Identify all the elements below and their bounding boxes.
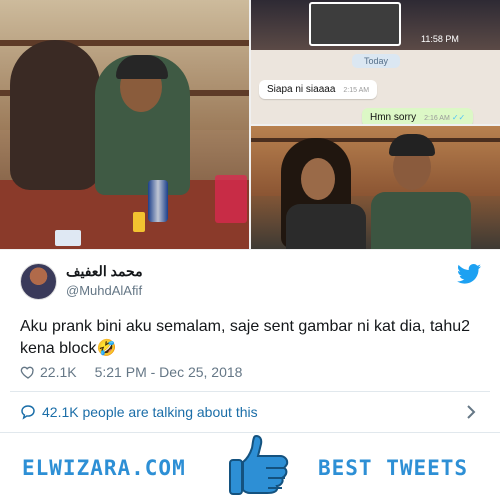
railing	[251, 138, 500, 142]
cap	[116, 55, 168, 79]
photo-collage: 11:58 PM Today Siapa ni siaaaa 2:15 AM Hm…	[0, 0, 500, 250]
outgoing-message-time: 2:16 AM	[424, 115, 450, 122]
avatar[interactable]	[20, 263, 57, 300]
conversation-count-text[interactable]: 42.1K people are talking about this	[42, 404, 258, 420]
chat-status-time: 11:58 PM	[421, 34, 459, 44]
person-long-hair	[10, 40, 100, 190]
twitter-bird-icon[interactable]	[456, 264, 482, 284]
cap	[389, 134, 435, 156]
site-name[interactable]: ELWIZARA.COM	[22, 456, 186, 480]
person-face	[301, 158, 335, 200]
speech-bubble-icon	[21, 405, 35, 420]
photo-chat-screenshot[interactable]: 11:58 PM Today Siapa ni siaaaa 2:15 AM Hm…	[251, 0, 500, 124]
conversation-link[interactable]: 42.1K people are talking about this	[0, 394, 500, 430]
outgoing-message-text: Hmn sorry	[370, 112, 417, 123]
drink-can	[148, 180, 168, 222]
tweet-timestamp[interactable]: 5:21 PM - Dec 25, 2018	[95, 364, 243, 380]
chat-day-chip: Today	[352, 54, 401, 68]
chevron-right-icon[interactable]	[466, 404, 476, 420]
read-ticks-icon: ✓✓	[451, 113, 466, 122]
incoming-message-time: 2:15 AM	[343, 87, 370, 94]
tweet-meta: 22.1K 5:21 PM - Dec 25, 2018	[20, 362, 242, 382]
outgoing-message: Hmn sorry 2:16 AM ✓✓	[362, 108, 474, 124]
user-handle[interactable]: @MuhdAlAfif	[66, 283, 142, 298]
person-body	[286, 204, 366, 249]
incoming-message: Siapa ni siaaaa 2:15 AM	[259, 80, 378, 99]
tweet-card: محمد العفيف @MuhdAlAfif Aku prank bini a…	[0, 250, 500, 430]
heart-icon[interactable]	[20, 364, 36, 380]
incoming-message-text: Siapa ni siaaaa	[267, 84, 336, 95]
sent-photo-thumbnail	[309, 2, 401, 46]
photo-couple-at-table[interactable]	[0, 0, 249, 249]
tagline: BEST TWEETS	[318, 456, 469, 480]
person-body	[371, 192, 471, 249]
like-count[interactable]: 22.1K	[40, 364, 77, 380]
drink-cup	[215, 175, 247, 223]
card	[55, 230, 81, 246]
photo-two-men[interactable]	[251, 126, 500, 249]
tweet-text: Aku prank bini aku semalam, saje sent ga…	[20, 318, 471, 357]
footer-banner: ELWIZARA.COM BEST TWEETS	[0, 432, 500, 502]
lighter	[133, 212, 145, 232]
divider	[10, 391, 490, 392]
display-name[interactable]: محمد العفيف	[66, 263, 143, 280]
thumbs-up-icon	[229, 434, 289, 495]
